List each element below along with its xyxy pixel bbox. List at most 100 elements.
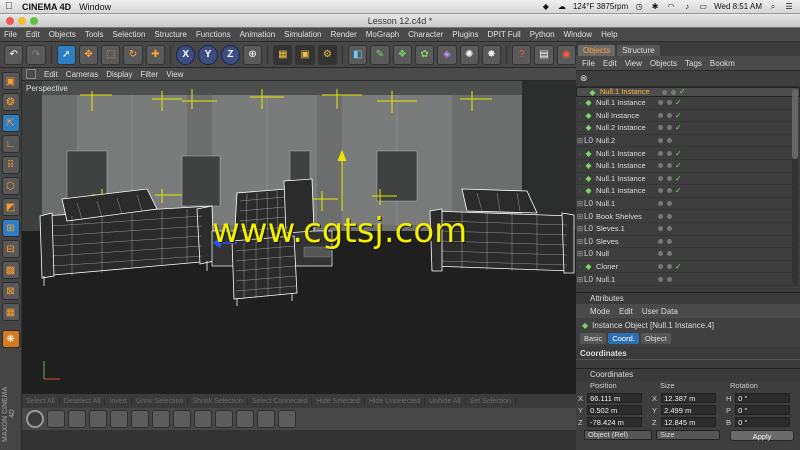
position-field[interactable]: -78.424 m (587, 417, 642, 427)
model-mode-icon[interactable]: ❂ (1, 93, 20, 111)
menu-edit[interactable]: Edit (26, 30, 40, 39)
spotlight-search-icon[interactable]: ⌕ (768, 2, 778, 11)
enabled-check-icon[interactable]: ✓ (675, 186, 682, 195)
visibility-dot[interactable] (658, 226, 663, 232)
bluetooth-icon[interactable]: ✱ (650, 2, 660, 11)
expand-icon[interactable]: ⊞ (576, 136, 584, 145)
object-name[interactable]: Cloner (596, 262, 654, 271)
y-axis-lock-icon[interactable]: Y (198, 44, 218, 65)
brush-tool-icon[interactable] (236, 410, 254, 428)
menu-python[interactable]: Python (530, 30, 555, 39)
battery-icon[interactable]: ▭ (698, 2, 708, 11)
command-shrink-selection[interactable]: Shrink Selection (188, 397, 248, 405)
menu-mograph[interactable]: MoGraph (366, 30, 399, 39)
app-name-menu[interactable]: CINEMA 4D (22, 2, 71, 12)
menu-simulation[interactable]: Simulation (284, 30, 321, 39)
render-dot[interactable] (667, 150, 672, 156)
enabled-check-icon[interactable]: ✓ (675, 123, 682, 132)
visibility-dot[interactable] (658, 125, 663, 131)
menu-render[interactable]: Render (331, 30, 357, 39)
recent-tool-icon[interactable]: ✚ (145, 44, 166, 65)
stitch-tool-icon[interactable] (278, 410, 296, 428)
object-row[interactable]: ⊞ L0 Sleves (576, 236, 800, 249)
object-row[interactable]: ⊞ L0 Book Shelves (576, 210, 800, 223)
object-name[interactable]: Null.1 (596, 199, 654, 208)
expand-icon[interactable]: ⊞ (576, 237, 584, 246)
render-settings-icon[interactable]: ⚙ (317, 44, 338, 65)
wifi-icon[interactable]: ◠ (666, 2, 676, 11)
attr-tab-basic[interactable]: Basic (580, 333, 607, 344)
render-dot[interactable] (667, 251, 672, 257)
visibility-dot[interactable] (658, 100, 663, 106)
visibility-dot[interactable] (658, 150, 663, 156)
position-field[interactable]: 66.111 m (587, 393, 642, 403)
viewport-layout-icon[interactable] (26, 69, 36, 79)
menu-animation[interactable]: Animation (240, 30, 276, 39)
dropbox-icon[interactable]: ◆ (541, 2, 551, 11)
attr-menu-edit[interactable]: Edit (619, 307, 633, 316)
record-icon[interactable] (26, 410, 44, 428)
command-select-connected[interactable]: Select Connected (248, 397, 313, 405)
volume-icon[interactable]: ♪ (682, 2, 692, 11)
object-list-scrollbar[interactable] (792, 89, 798, 285)
status-icon[interactable]: ☁ (557, 2, 567, 11)
menu-plugins[interactable]: Plugins (452, 30, 478, 39)
object-menu-objects[interactable]: Objects (650, 59, 677, 68)
render-dot[interactable] (667, 138, 672, 144)
menu-dpit-full[interactable]: DPIT Full (488, 30, 521, 39)
command-unhide-all[interactable]: Unhide All (425, 397, 466, 405)
object-name[interactable]: Null.1 Instance (600, 88, 658, 96)
menu-functions[interactable]: Functions (196, 30, 231, 39)
render-dot[interactable] (667, 201, 672, 207)
render-dot[interactable] (667, 188, 672, 194)
command-select-all[interactable]: Select All (22, 397, 60, 405)
close-window-button[interactable] (6, 17, 14, 25)
object-name[interactable]: Null.2 (596, 136, 654, 145)
python-script-icon[interactable]: ◉ (556, 44, 576, 65)
close-panel-icon[interactable]: ⊗ (580, 73, 588, 84)
attr-menu-user-data[interactable]: User Data (642, 307, 678, 316)
render-dot[interactable] (667, 238, 672, 244)
notification-center-icon[interactable]: ☰ (784, 2, 794, 11)
menu-window[interactable]: Window (564, 30, 592, 39)
material-manager-strip[interactable] (22, 430, 576, 450)
attr-tab-coord[interactable]: Coord. (608, 333, 639, 344)
menu-character[interactable]: Character (408, 30, 443, 39)
mirror-tool-icon[interactable] (173, 410, 191, 428)
menu-tools[interactable]: Tools (85, 30, 104, 39)
render-dot[interactable] (667, 112, 672, 118)
magnet-tool-icon[interactable] (152, 410, 170, 428)
visibility-dot[interactable] (658, 188, 663, 194)
subdivision-surface-icon[interactable]: ❖ (392, 44, 412, 65)
slide-tool-icon[interactable] (194, 410, 212, 428)
menu-objects[interactable]: Objects (49, 30, 76, 39)
expand-icon[interactable]: ⊞ (576, 224, 584, 233)
menu-selection[interactable]: Selection (113, 30, 146, 39)
object-name[interactable]: Book Shelves (596, 212, 654, 221)
x-axis-lock-icon[interactable]: X (176, 44, 196, 65)
clock-icon[interactable]: ◷ (634, 2, 644, 11)
object-row[interactable]: · ◆ Null Instance ✓ (576, 110, 800, 123)
object-row[interactable]: ⊞ L0 Sleves.1 (576, 223, 800, 236)
rotation-field[interactable]: 0 ° (735, 405, 790, 415)
object-row[interactable]: ⊞ L0 Null (576, 248, 800, 261)
object-name[interactable]: Sleves (596, 237, 654, 246)
object-menu-edit[interactable]: Edit (603, 59, 617, 68)
bevel-tool-icon[interactable] (89, 410, 107, 428)
render-dot[interactable] (671, 89, 676, 95)
object-row[interactable]: ⊞ L0 Null.1 (576, 273, 800, 286)
viewport-menu-display[interactable]: Display (106, 70, 132, 79)
visibility-dot[interactable] (658, 138, 663, 144)
cube-primitive-icon[interactable]: ◧ (348, 44, 368, 65)
command-invert[interactable]: Invert (105, 397, 132, 405)
scale-tool-icon[interactable]: ⬚ (101, 44, 121, 65)
undo-icon[interactable]: ↶ (4, 44, 24, 65)
object-name[interactable]: Null.1 Instance (596, 161, 654, 170)
size-field[interactable]: 2.499 m (661, 405, 716, 415)
object-row[interactable]: · ◆ Null.1 Instance ✓ (576, 185, 800, 198)
cloner-icon[interactable]: ✿ (414, 44, 435, 65)
render-dot[interactable] (667, 276, 672, 282)
enabled-check-icon[interactable]: ✓ (675, 262, 682, 271)
temperature-readout[interactable]: 124°F 3875rpm (573, 2, 628, 11)
visibility-dot[interactable] (658, 163, 663, 169)
